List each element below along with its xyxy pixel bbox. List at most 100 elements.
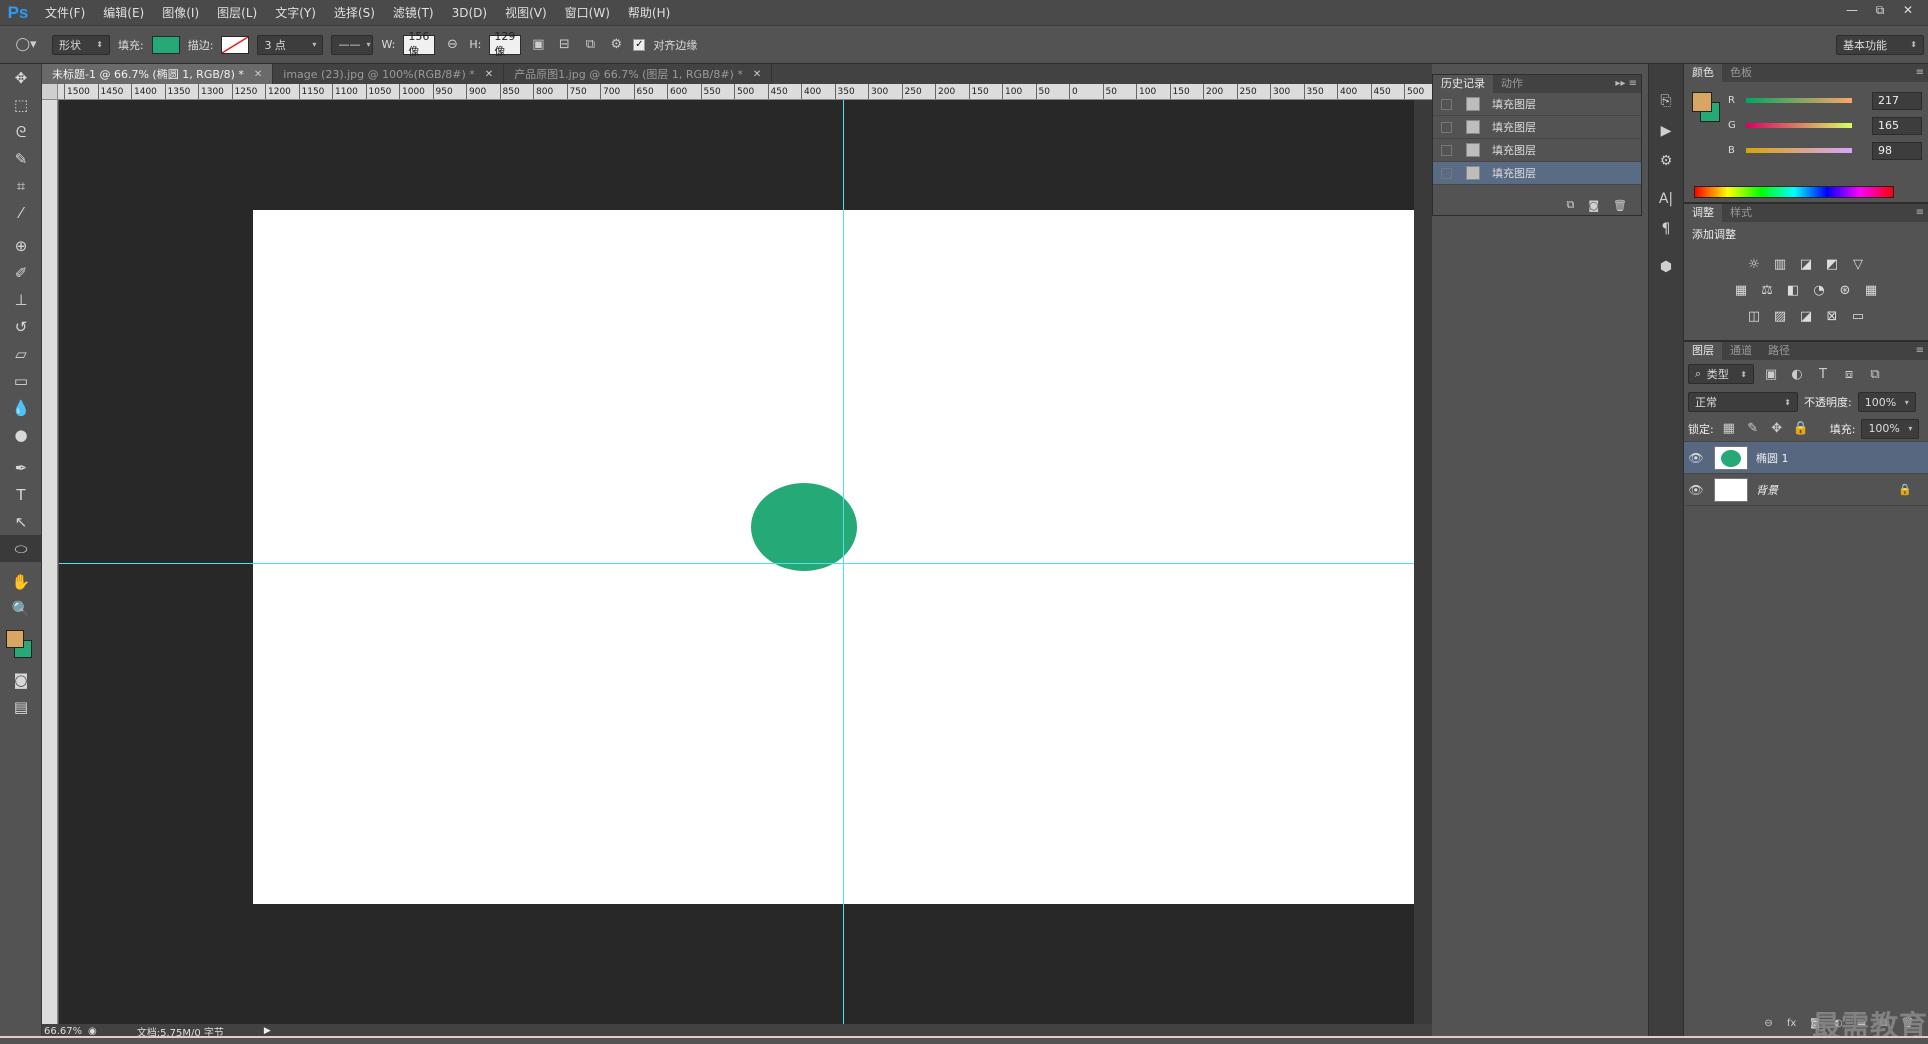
restore-button[interactable]: ⧉ <box>1866 0 1894 20</box>
healing-brush-tool-icon[interactable]: ⊕ <box>0 232 42 259</box>
exposure-icon[interactable]: ◩ <box>1822 254 1842 274</box>
horizontal-ruler[interactable]: 1500 1450 1400 1350 1300 1250 1200 1150 1100 1050… <box>58 84 1432 100</box>
minimize-button[interactable]: — <box>1838 0 1866 20</box>
filter-adjustment-icon[interactable]: ◐ <box>1788 364 1806 384</box>
path-alignment-icon[interactable]: ⊟ <box>555 35 573 55</box>
link-layers-icon[interactable]: ⊖ <box>1764 1018 1772 1032</box>
workspace-select[interactable]: 基本功能 ⬍ <box>1836 34 1924 55</box>
gradient-tool-icon[interactable]: ▭ <box>0 367 42 394</box>
character-panel-icon[interactable]: A| <box>1649 184 1683 214</box>
blend-mode-select[interactable]: 正常 ⬍ <box>1688 392 1798 412</box>
clone-stamp-tool-icon[interactable]: ⊥ <box>0 286 42 313</box>
ruler-origin[interactable] <box>42 84 58 100</box>
zoom-tool-icon[interactable]: 🔍 <box>0 595 42 622</box>
canvas-area[interactable] <box>59 100 1414 1024</box>
history-checkbox[interactable] <box>1441 121 1452 133</box>
lock-transparency-icon[interactable]: ▦ <box>1720 419 1738 439</box>
panel-menu-icon[interactable]: ▸▸ ≡ <box>1615 75 1637 93</box>
tab-color[interactable]: 颜色 <box>1684 64 1722 82</box>
height-field[interactable]: 129 像 <box>489 30 522 58</box>
status-info-icon[interactable]: ◉ <box>88 1026 97 1037</box>
history-checkbox[interactable] <box>1441 167 1452 179</box>
marquee-tool-icon[interactable]: ⬚ <box>0 91 42 118</box>
menu-select[interactable]: 选择(S) <box>325 0 384 26</box>
stroke-swatch[interactable] <box>221 35 250 54</box>
type-tool-icon[interactable]: T <box>0 481 42 508</box>
menu-window[interactable]: 窗口(W) <box>556 0 619 26</box>
filter-shape-icon[interactable]: ⧈ <box>1840 364 1858 384</box>
width-field[interactable]: 156 像 <box>403 30 436 58</box>
link-icon[interactable]: ⊖ <box>443 35 461 55</box>
close-tab-icon[interactable]: ✕ <box>485 69 493 80</box>
align-edges-checkbox[interactable]: ✓ <box>633 38 646 51</box>
lock-all-icon[interactable]: 🔒 <box>1792 419 1810 439</box>
visibility-eye-icon[interactable]: 👁 <box>1684 483 1708 497</box>
history-item[interactable]: 填充图层 <box>1433 93 1641 116</box>
tab-history[interactable]: 历史记录 <box>1433 75 1493 93</box>
history-panel-icon[interactable]: ⎘ <box>1649 86 1683 116</box>
eraser-tool-icon[interactable]: ▱ <box>0 340 42 367</box>
tab-channels[interactable]: 通道 <box>1722 342 1760 360</box>
panel-menu-icon[interactable]: ≡ <box>1916 342 1924 360</box>
blue-slider[interactable] <box>1746 148 1852 153</box>
layer-style-icon[interactable]: fx <box>1787 1018 1796 1032</box>
eyedropper-tool-icon[interactable]: ⁄ <box>0 199 42 226</box>
tab-paths[interactable]: 路径 <box>1760 342 1798 360</box>
vertical-scrollbar[interactable] <box>1414 100 1432 1024</box>
vertical-ruler[interactable] <box>42 100 58 1036</box>
quick-mask-icon[interactable]: ◙ <box>0 666 42 693</box>
history-item[interactable]: 填充图层 <box>1433 139 1641 162</box>
blue-value-field[interactable]: 98 <box>1872 141 1922 160</box>
history-brush-tool-icon[interactable]: ↺ <box>0 313 42 340</box>
history-checkbox[interactable] <box>1441 98 1452 110</box>
close-tab-icon[interactable]: ✕ <box>254 69 262 80</box>
tool-mode-select[interactable]: 形状 ⬍ <box>52 34 110 55</box>
dodge-tool-icon[interactable]: ● <box>0 421 42 448</box>
zoom-level[interactable]: 66.67% <box>42 1026 88 1037</box>
layer-name[interactable]: 椭圆 1 <box>1756 450 1789 466</box>
menu-filter[interactable]: 滤镜(T) <box>384 0 443 26</box>
3d-panel-icon[interactable]: ⬢ <box>1649 252 1683 282</box>
color-spectrum-bar[interactable] <box>1694 186 1894 198</box>
layer-row-background[interactable]: 👁 背景 🔒 <box>1684 474 1928 506</box>
ellipse-tool-preset-icon[interactable]: ◯▾ <box>8 35 44 55</box>
black-white-icon[interactable]: ◧ <box>1783 280 1803 300</box>
brush-tool-icon[interactable]: ✐ <box>0 259 42 286</box>
color-fg-swatch[interactable] <box>1692 92 1712 112</box>
opacity-field[interactable]: 100% ▾ <box>1857 392 1916 412</box>
ellipse-tool-icon[interactable]: ⬭ <box>0 535 42 562</box>
tab-actions[interactable]: 动作 <box>1493 75 1531 93</box>
ellipse-shape[interactable] <box>751 483 857 571</box>
photo-filter-icon[interactable]: ◔ <box>1809 280 1829 300</box>
panel-menu-icon[interactable]: ≡ <box>1916 204 1924 222</box>
menu-layer[interactable]: 图层(L) <box>208 0 266 26</box>
lock-position-icon[interactable]: ✥ <box>1768 419 1786 439</box>
vertical-guide[interactable] <box>843 100 844 1024</box>
tab-product-image[interactable]: 产品原图1.jpg @ 66.7% (图层 1, RGB/8#) * ✕ <box>504 64 773 84</box>
selective-color-icon[interactable]: ⊠ <box>1822 306 1842 326</box>
history-checkbox[interactable] <box>1441 144 1452 156</box>
gradient-map-icon[interactable]: ▭ <box>1848 306 1868 326</box>
status-menu-arrow-icon[interactable]: ▶ <box>264 1026 271 1036</box>
color-lookup-icon[interactable]: ▦ <box>1861 280 1881 300</box>
filter-pixel-icon[interactable]: ▣ <box>1762 364 1780 384</box>
vibrance-icon[interactable]: ▽ <box>1848 254 1868 274</box>
horizontal-guide[interactable] <box>59 563 1414 564</box>
close-button[interactable]: ✕ <box>1894 0 1922 20</box>
blur-tool-icon[interactable]: 💧 <box>0 394 42 421</box>
fill-swatch[interactable] <box>151 35 180 54</box>
filter-smart-object-icon[interactable]: ⧉ <box>1866 364 1884 384</box>
layer-name[interactable]: 背景 <box>1756 482 1778 498</box>
path-operations-icon[interactable]: ▣ <box>529 35 547 55</box>
invert-icon[interactable]: ◫ <box>1744 306 1764 326</box>
green-value-field[interactable]: 165 <box>1872 116 1922 135</box>
move-tool-icon[interactable]: ✥ <box>0 64 42 91</box>
levels-icon[interactable]: ▥ <box>1770 254 1790 274</box>
tab-image-23[interactable]: image (23).jpg @ 100%(RGB/8#) * ✕ <box>273 64 505 84</box>
hand-tool-icon[interactable]: ✋ <box>0 568 42 595</box>
tab-adjustments[interactable]: 调整 <box>1684 204 1722 222</box>
curves-icon[interactable]: ◪ <box>1796 254 1816 274</box>
quick-select-tool-icon[interactable]: ✎ <box>0 145 42 172</box>
menu-image[interactable]: 图像(I) <box>153 0 208 26</box>
color-balance-icon[interactable]: ⚖ <box>1757 280 1777 300</box>
